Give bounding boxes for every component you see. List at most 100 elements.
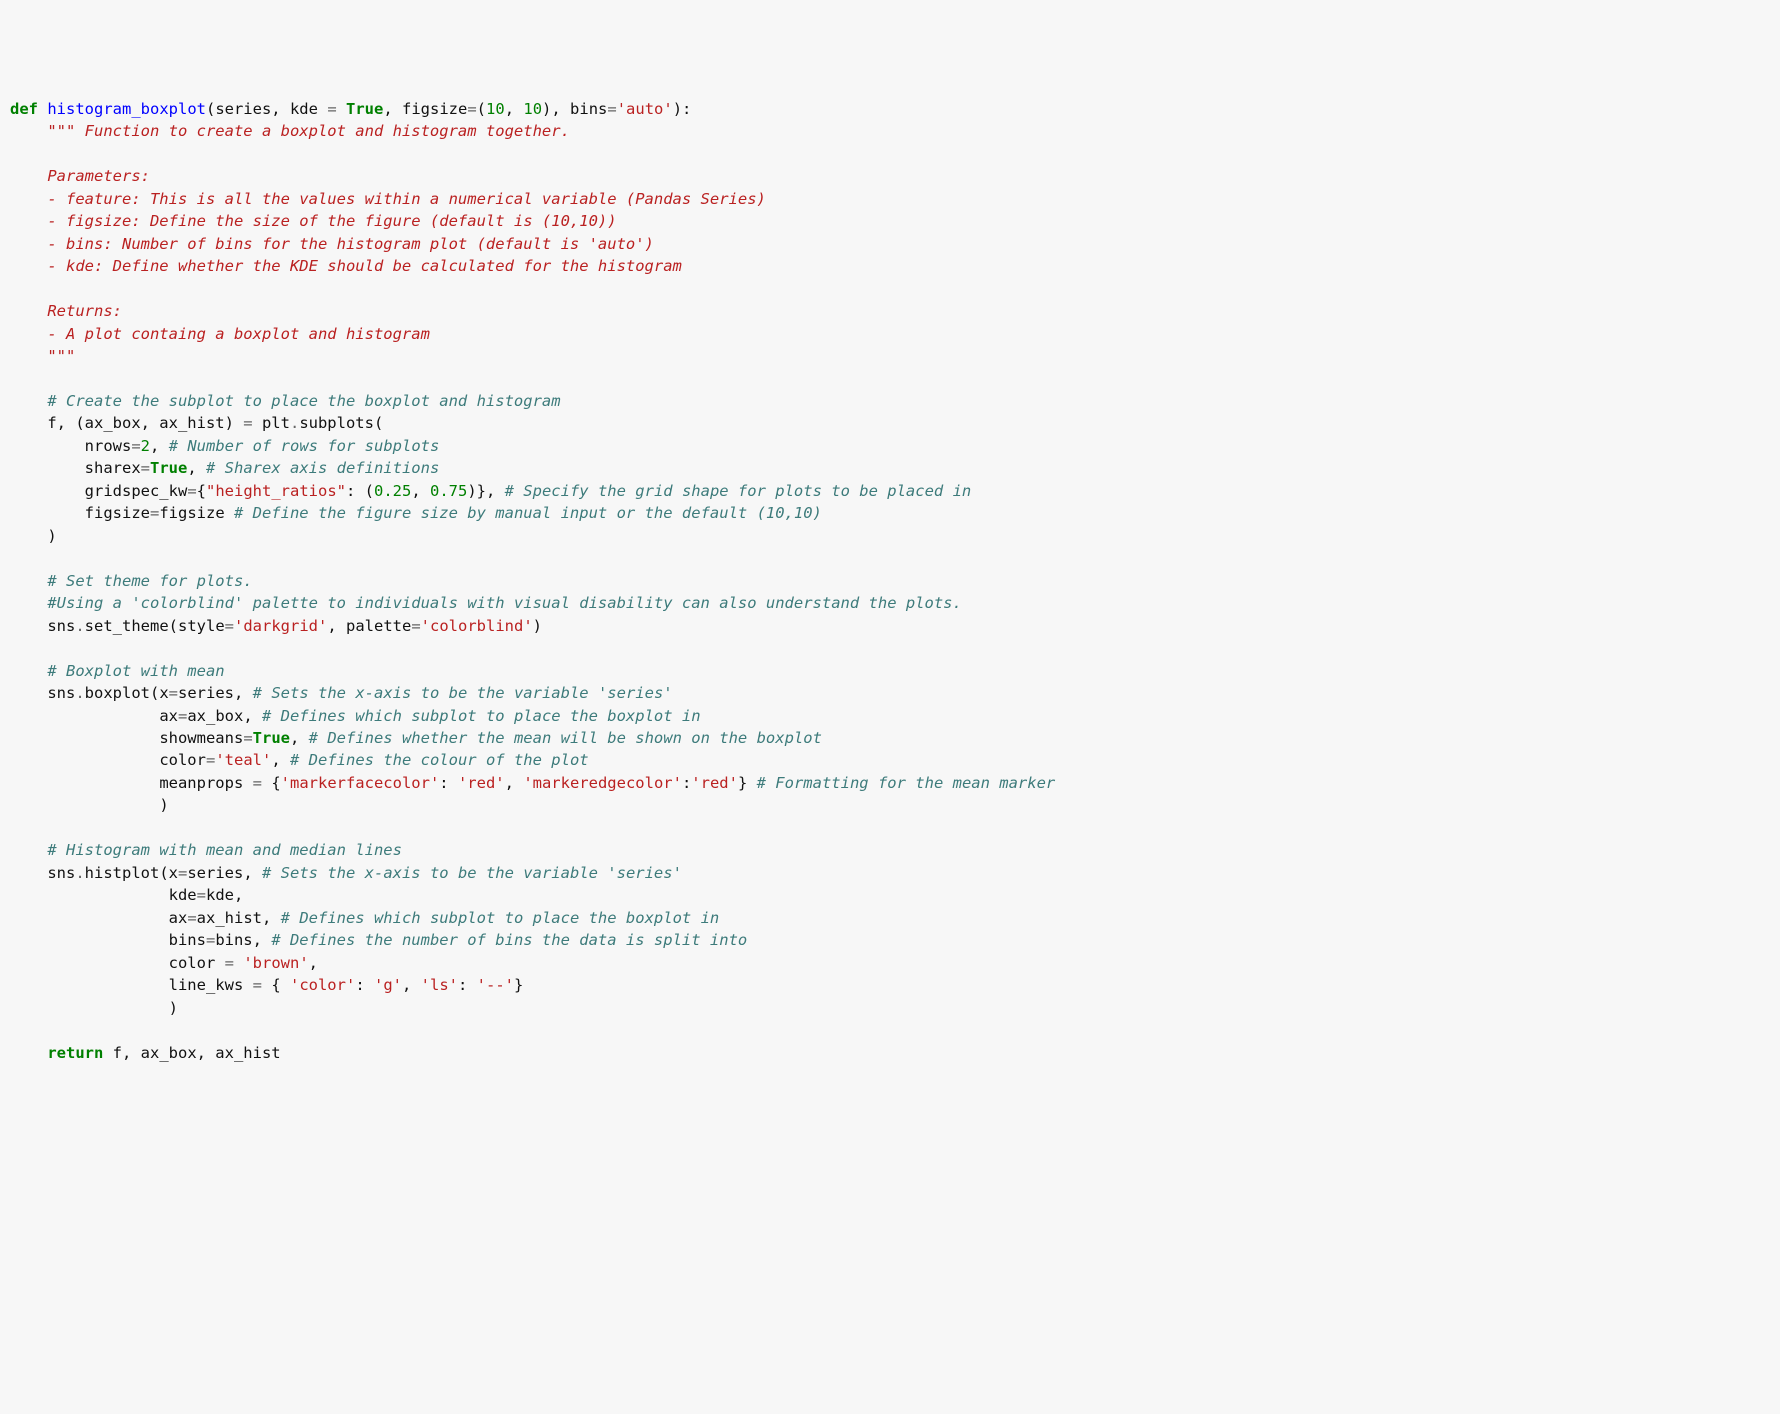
code-text: , [505,100,524,118]
operator: = [607,100,616,118]
string: 'markeredgecolor' [523,774,682,792]
string: 'red' [691,774,738,792]
code-text: , [411,482,430,500]
operator: = [206,751,215,769]
comment: # Specify the grid shape for plots to be… [505,482,972,500]
code-text: } [514,976,523,994]
code-text: nrows [85,437,132,455]
code-text: boxplot(x [85,684,169,702]
code-text: sns [47,617,75,635]
code-text: set_theme(style [85,617,225,635]
builtin-true: True [150,459,187,477]
code-text: f, ax_box, ax_hist [103,1044,280,1062]
operator: = [467,100,476,118]
comment: # Defines which subplot to place the box… [281,909,720,927]
string: 'teal' [215,751,271,769]
code-text: ): [673,100,692,118]
code-text: , [505,774,524,792]
code-text: , [150,437,169,455]
code-text: : ( [346,482,374,500]
string: 'darkgrid' [234,617,327,635]
number: 10 [486,100,505,118]
code-text: gridspec_kw [85,482,188,500]
builtin-true: True [346,100,383,118]
operator: = [150,504,159,522]
operator: = [178,864,187,882]
code-text: line_kws [169,976,253,994]
code-text: ) [533,617,542,635]
string: 'g' [374,976,402,994]
number: 2 [141,437,150,455]
code-text: : [439,774,458,792]
operator: = [178,707,187,725]
code-text: : [355,976,374,994]
string: "height_ratios" [206,482,346,500]
string: 'red' [458,774,505,792]
code-text: { [262,976,290,994]
code-text: histplot(x [85,864,178,882]
number: 10 [523,100,542,118]
code-text: , [402,976,421,994]
operator: = [253,774,262,792]
code-text: : [458,976,477,994]
string: 'colorblind' [421,617,533,635]
docstring: """ Function to create a boxplot and his… [10,122,766,365]
string: 'ls' [421,976,458,994]
code-text: meanprops [159,774,252,792]
code-text: color [159,751,206,769]
comment: # Boxplot with mean [47,662,224,680]
comment: # Formatting for the mean marker [757,774,1056,792]
code-text: (series, kde [206,100,327,118]
code-text: ) [47,527,56,545]
operator: . [290,414,299,432]
code-text: kde, [206,886,243,904]
operator: = [187,482,196,500]
string: 'brown' [243,954,308,972]
code-text: , [187,459,206,477]
code-text: { [197,482,206,500]
code-text: sns [47,684,75,702]
string: 'color' [290,976,355,994]
number: 0.25 [374,482,411,500]
code-text: plt [253,414,290,432]
code-text [234,954,243,972]
code-text: , [271,751,290,769]
code-text: { [262,774,281,792]
code-text: subplots( [299,414,383,432]
code-text: series, [187,864,262,882]
string: 'markerfacecolor' [281,774,440,792]
comment: # Number of rows for subplots [169,437,440,455]
comment: # Define the figure size by manual input… [234,504,822,522]
code-text: ( [477,100,486,118]
code-text: kde [169,886,197,904]
code-text: } [738,774,757,792]
code-text: bins [169,931,206,949]
operator: = [131,437,140,455]
code-block: def histogram_boxplot(series, kde = True… [10,98,1770,1064]
comment: # Defines the colour of the plot [290,751,589,769]
operator: = [411,617,420,635]
comment: # Sets the x-axis to be the variable 'se… [253,684,673,702]
operator: = [197,886,206,904]
code-text: , palette [327,617,411,635]
code-text: , [309,954,318,972]
number: 0.75 [430,482,467,500]
operator: = [253,976,262,994]
comment: # Defines which subplot to place the box… [262,707,701,725]
code-text: showmeans [159,729,243,747]
code-text: ax_hist, [197,909,281,927]
code-text: , [290,729,309,747]
comment: # Defines the number of bins the data is… [271,931,747,949]
operator: = [206,931,215,949]
keyword-def: def [10,100,38,118]
code-text: figsize [85,504,150,522]
code-text: series, [178,684,253,702]
code-text: sns [47,864,75,882]
function-name: histogram_boxplot [47,100,206,118]
string: '--' [477,976,514,994]
keyword-return: return [47,1044,103,1062]
code-text: bins, [215,931,271,949]
operator: . [75,684,84,702]
comment: # Set theme for plots. [47,572,252,590]
comment: # Create the subplot to place the boxplo… [47,392,560,410]
